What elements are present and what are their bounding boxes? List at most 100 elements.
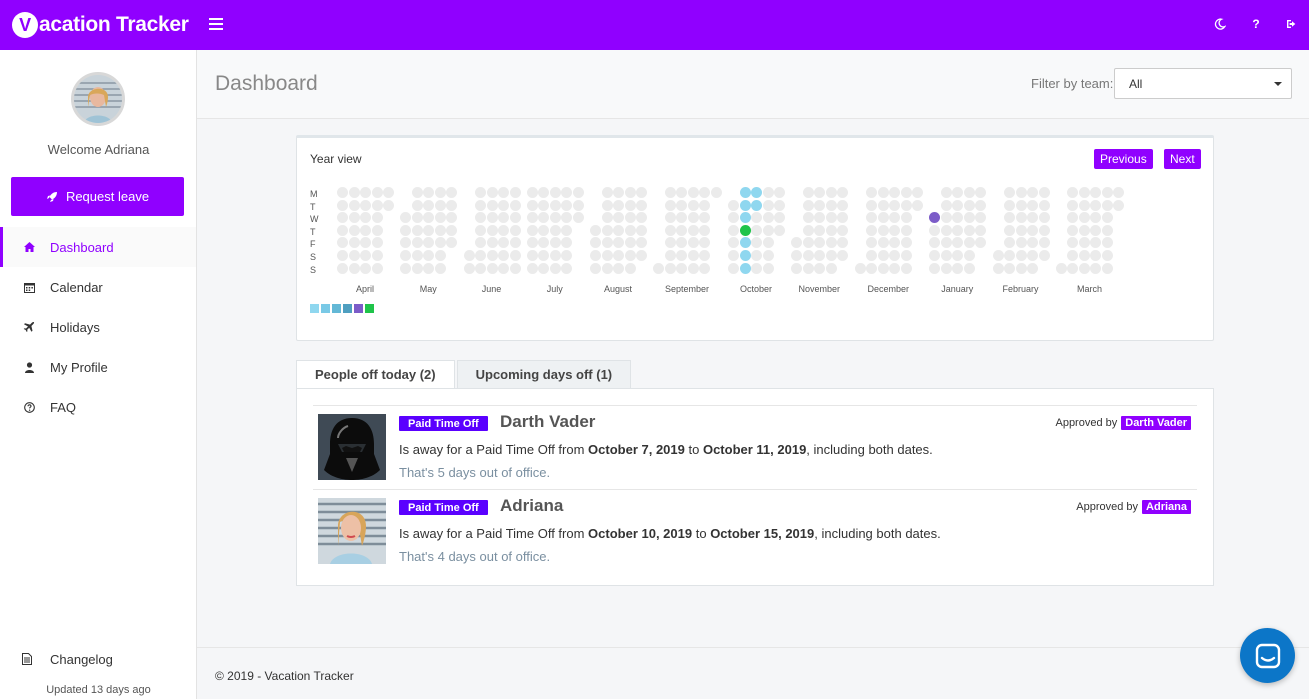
day-cell[interactable] <box>337 212 348 224</box>
day-cell[interactable] <box>1038 199 1050 211</box>
day-cell[interactable] <box>411 250 423 261</box>
day-cell[interactable] <box>814 237 826 249</box>
day-cell[interactable] <box>446 212 458 224</box>
day-cell[interactable] <box>889 262 900 274</box>
day-cell[interactable] <box>774 187 785 198</box>
day-cell[interactable] <box>1078 262 1090 274</box>
day-cell[interactable] <box>624 262 636 274</box>
day-cell[interactable] <box>613 224 624 236</box>
day-cell[interactable] <box>929 237 941 249</box>
day-cell[interactable] <box>411 212 423 224</box>
day-cell[interactable] <box>687 237 699 249</box>
day-cell[interactable] <box>952 212 964 224</box>
day-cell[interactable] <box>900 224 912 236</box>
day-cell[interactable] <box>337 199 348 211</box>
day-cell[interactable] <box>739 250 751 261</box>
day-cell[interactable] <box>1015 187 1027 198</box>
day-cell[interactable] <box>728 224 739 236</box>
day-cell[interactable] <box>866 237 877 249</box>
day-cell[interactable] <box>348 187 360 198</box>
day-cell[interactable] <box>526 212 538 224</box>
day-cell[interactable] <box>1101 224 1113 236</box>
day-cell[interactable] <box>866 212 877 224</box>
day-cell[interactable] <box>590 250 601 261</box>
day-cell[interactable] <box>963 262 975 274</box>
day-cell[interactable] <box>687 212 699 224</box>
day-cell[interactable] <box>446 237 458 249</box>
day-cell[interactable] <box>900 212 912 224</box>
day-cell[interactable] <box>624 187 636 198</box>
day-cell[interactable] <box>975 224 987 236</box>
day-cell[interactable] <box>1004 224 1015 236</box>
day-cell[interactable] <box>952 237 964 249</box>
day-cell[interactable] <box>624 237 636 249</box>
day-cell[interactable] <box>1015 199 1027 211</box>
day-cell[interactable] <box>710 187 722 198</box>
day-cell[interactable] <box>601 212 613 224</box>
day-cell[interactable] <box>1027 262 1038 274</box>
day-cell[interactable] <box>877 262 889 274</box>
day-cell[interactable] <box>975 199 987 211</box>
day-cell[interactable] <box>1101 212 1113 224</box>
day-cell[interactable] <box>751 224 762 236</box>
day-cell[interactable] <box>486 212 498 224</box>
day-cell[interactable] <box>952 199 964 211</box>
day-cell[interactable] <box>929 224 941 236</box>
day-cell[interactable] <box>802 212 814 224</box>
day-cell[interactable] <box>762 224 774 236</box>
day-cell[interactable] <box>434 224 446 236</box>
day-cell[interactable] <box>434 212 446 224</box>
day-cell[interactable] <box>1067 199 1079 211</box>
day-cell[interactable] <box>687 187 699 198</box>
day-cell[interactable] <box>624 212 636 224</box>
day-cell[interactable] <box>337 237 348 249</box>
day-cell[interactable] <box>889 237 900 249</box>
day-cell[interactable] <box>1027 187 1038 198</box>
day-cell[interactable] <box>383 187 394 198</box>
day-cell[interactable] <box>1101 250 1113 261</box>
day-cell[interactable] <box>549 187 561 198</box>
day-cell[interactable] <box>825 187 837 198</box>
day-cell[interactable] <box>1078 224 1090 236</box>
day-cell[interactable] <box>837 212 849 224</box>
day-cell[interactable] <box>825 212 837 224</box>
day-cell[interactable] <box>814 199 826 211</box>
day-cell[interactable] <box>360 187 371 198</box>
day-cell[interactable] <box>636 250 647 261</box>
next-button[interactable]: Next <box>1164 149 1201 169</box>
day-cell[interactable] <box>854 262 866 274</box>
day-cell[interactable] <box>975 212 987 224</box>
sidebar-item-calendar[interactable]: Calendar <box>0 267 196 307</box>
day-cell[interactable] <box>446 224 458 236</box>
day-cell[interactable] <box>1113 199 1125 211</box>
day-cell[interactable] <box>463 250 475 261</box>
day-cell[interactable] <box>1004 262 1015 274</box>
moon-icon[interactable] <box>1213 15 1227 33</box>
day-cell[interactable] <box>360 224 371 236</box>
day-cell[interactable] <box>664 187 676 198</box>
day-cell[interactable] <box>337 262 348 274</box>
day-cell[interactable] <box>475 250 486 261</box>
day-cell[interactable] <box>900 199 912 211</box>
day-cell[interactable] <box>676 262 688 274</box>
day-cell[interactable] <box>337 224 348 236</box>
day-cell[interactable] <box>825 250 837 261</box>
day-cell[interactable] <box>400 224 412 236</box>
day-cell[interactable] <box>940 262 952 274</box>
day-cell[interactable] <box>434 250 446 261</box>
day-cell[interactable] <box>877 250 889 261</box>
day-cell[interactable] <box>1078 250 1090 261</box>
day-cell[interactable] <box>676 212 688 224</box>
day-cell[interactable] <box>1015 212 1027 224</box>
day-cell[interactable] <box>751 262 762 274</box>
day-cell[interactable] <box>699 262 711 274</box>
day-cell[interactable] <box>400 262 412 274</box>
day-cell[interactable] <box>739 187 751 198</box>
day-cell[interactable] <box>1078 187 1090 198</box>
day-cell[interactable] <box>371 237 383 249</box>
day-cell[interactable] <box>348 237 360 249</box>
day-cell[interactable] <box>498 199 509 211</box>
day-cell[interactable] <box>877 224 889 236</box>
day-cell[interactable] <box>371 199 383 211</box>
day-cell[interactable] <box>1090 250 1102 261</box>
